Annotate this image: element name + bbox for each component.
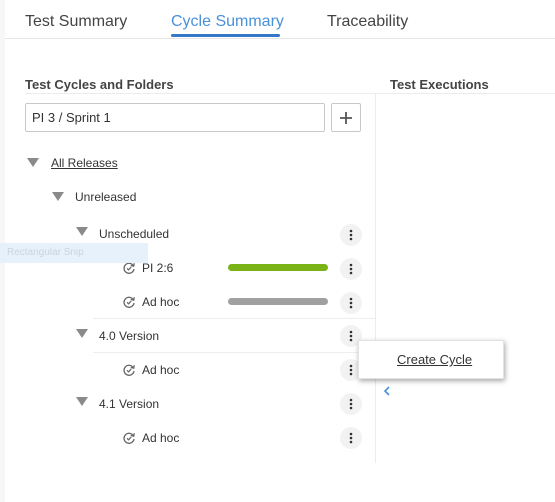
tab-test-summary[interactable]: Test Summary bbox=[25, 13, 127, 31]
kebab-icon bbox=[349, 330, 353, 342]
more-options-button[interactable] bbox=[340, 258, 362, 280]
collapse-panel-icon[interactable] bbox=[382, 385, 392, 397]
tree-node-unscheduled[interactable]: Unscheduled bbox=[99, 227, 169, 241]
active-tab-indicator bbox=[171, 34, 280, 37]
more-options-button[interactable] bbox=[340, 224, 362, 246]
cycle-item-ad-hoc[interactable]: Ad hoc bbox=[142, 431, 179, 445]
expand-caret-icon[interactable] bbox=[52, 192, 64, 201]
rectangular-snip-overlay: Rectangular Snip bbox=[0, 243, 148, 263]
more-options-button[interactable] bbox=[340, 393, 362, 415]
more-options-button[interactable] bbox=[340, 292, 362, 314]
column-divider bbox=[375, 93, 376, 463]
cycle-progress-bar bbox=[228, 298, 328, 305]
cycle-icon bbox=[123, 364, 135, 376]
expand-caret-icon[interactable] bbox=[76, 329, 88, 338]
cycle-item-pi-2-6[interactable]: PI 2:6 bbox=[142, 261, 173, 275]
test-executions-title: Test Executions bbox=[390, 77, 489, 92]
add-cycle-button[interactable] bbox=[331, 103, 361, 132]
create-cycle-menu-item[interactable]: Create Cycle bbox=[397, 352, 472, 367]
more-options-button[interactable] bbox=[340, 427, 362, 449]
expand-caret-icon[interactable] bbox=[76, 227, 88, 236]
cycle-context-menu: Create Cycle bbox=[358, 340, 504, 379]
tab-bar: Test Summary Cycle Summary Traceability bbox=[5, 0, 555, 44]
kebab-icon bbox=[349, 364, 353, 376]
kebab-icon bbox=[349, 297, 353, 309]
cycle-item-ad-hoc[interactable]: Ad hoc bbox=[142, 295, 179, 309]
tree-node-4-0-version[interactable]: 4.0 Version bbox=[99, 329, 159, 343]
tab-cycle-summary[interactable]: Cycle Summary bbox=[171, 13, 284, 31]
tree-node-all-releases[interactable]: All Releases bbox=[51, 156, 118, 170]
tree-node-unreleased[interactable]: Unreleased bbox=[75, 190, 136, 204]
cycle-progress-bar bbox=[228, 264, 328, 271]
section-divider bbox=[25, 93, 555, 94]
cycle-icon bbox=[123, 432, 135, 444]
plus-icon bbox=[340, 111, 352, 124]
cycle-search-input[interactable] bbox=[25, 103, 325, 132]
cycle-icon bbox=[123, 262, 135, 274]
tab-traceability[interactable]: Traceability bbox=[327, 13, 408, 31]
expand-caret-icon[interactable] bbox=[27, 158, 39, 167]
kebab-icon bbox=[349, 398, 353, 410]
expand-caret-icon[interactable] bbox=[76, 397, 88, 406]
test-cycles-title: Test Cycles and Folders bbox=[25, 77, 174, 92]
kebab-icon bbox=[349, 263, 353, 275]
tree-node-4-1-version[interactable]: 4.1 Version bbox=[99, 397, 159, 411]
cycle-item-ad-hoc[interactable]: Ad hoc bbox=[142, 363, 179, 377]
kebab-icon bbox=[349, 229, 353, 241]
cycle-icon bbox=[123, 296, 135, 308]
kebab-icon bbox=[349, 432, 353, 444]
tab-bar-divider bbox=[5, 38, 555, 39]
